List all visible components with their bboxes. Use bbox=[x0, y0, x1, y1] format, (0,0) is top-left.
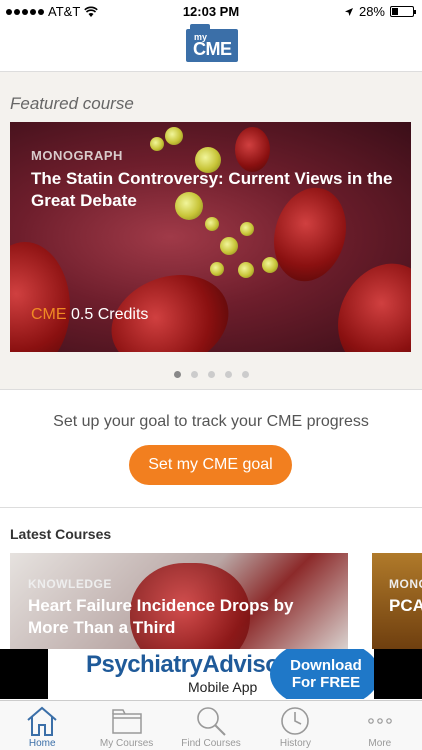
ad-content[interactable]: PsychiatryAdvisor Mobile App Download Fo… bbox=[48, 649, 374, 699]
carousel-dot[interactable] bbox=[190, 371, 198, 378]
course-card-title: Heart Failure Incidence Drops by More Th… bbox=[28, 596, 294, 637]
featured-course-type: MONOGRAPH bbox=[31, 148, 123, 163]
course-card-title: PCA Can bbox=[389, 596, 422, 615]
tab-home[interactable]: Home bbox=[0, 701, 84, 750]
folder-icon bbox=[111, 709, 142, 734]
carousel-dot[interactable] bbox=[224, 371, 232, 378]
ad-download-cta[interactable]: Download For FREE bbox=[284, 657, 368, 691]
tab-more[interactable]: More bbox=[338, 701, 422, 750]
location-arrow-icon bbox=[344, 7, 353, 16]
logo-cme-text: CME bbox=[193, 39, 232, 59]
search-icon bbox=[197, 707, 226, 736]
set-cme-goal-button[interactable]: Set my CME goal bbox=[129, 445, 292, 485]
credits-cme-label: CME bbox=[31, 306, 67, 323]
course-card[interactable]: KNOWLEDGE Heart Failure Incidence Drops … bbox=[10, 553, 348, 649]
app-header: my CME bbox=[0, 22, 422, 72]
ad-brand-name: PsychiatryAdvisor bbox=[86, 651, 289, 678]
tab-my-courses[interactable]: My Courses bbox=[84, 701, 168, 750]
carousel-dot[interactable] bbox=[241, 371, 249, 378]
credits-value: 0.5 Credits bbox=[71, 306, 149, 323]
tab-label: History bbox=[279, 738, 311, 749]
featured-section: Featured course MONOGRAPH The Statin Con… bbox=[0, 72, 422, 390]
course-card-type: MONO bbox=[389, 577, 422, 591]
latest-courses-title: Latest Courses bbox=[10, 526, 112, 542]
tab-label: Find Courses bbox=[181, 738, 241, 749]
featured-course-credits: CME 0.5 Credits bbox=[31, 306, 148, 324]
course-card-type: KNOWLEDGE bbox=[28, 577, 112, 591]
tab-label: More bbox=[368, 738, 392, 749]
clock-icon bbox=[281, 707, 310, 735]
carousel-page-indicator[interactable] bbox=[0, 365, 422, 383]
featured-course-title: The Statin Controversy: Current Views in… bbox=[31, 169, 393, 210]
course-card[interactable]: MONO PCA Can bbox=[372, 553, 422, 649]
mycme-logo: my CME bbox=[186, 24, 238, 62]
tab-bar: Home My Courses Find Courses History Mor… bbox=[0, 700, 422, 750]
more-icon bbox=[368, 718, 392, 724]
tab-find-courses[interactable]: Find Courses bbox=[169, 701, 253, 750]
carousel-dot[interactable] bbox=[207, 371, 215, 378]
status-bar: AT&T 12:03 PM 28% bbox=[0, 0, 422, 22]
home-icon bbox=[27, 706, 57, 736]
tab-label: Home bbox=[28, 738, 56, 749]
goal-prompt: Set up your goal to track your CME progr… bbox=[53, 413, 369, 430]
tab-history[interactable]: History bbox=[253, 701, 337, 750]
tab-label: My Courses bbox=[99, 738, 154, 749]
ad-subtitle: Mobile App bbox=[188, 679, 258, 695]
featured-section-title: Featured course bbox=[10, 94, 134, 113]
ad-banner[interactable]: PsychiatryAdvisor Mobile App Download Fo… bbox=[0, 649, 422, 699]
status-right: 28% bbox=[344, 4, 416, 19]
battery-percent: 28% bbox=[358, 4, 385, 19]
battery-icon bbox=[390, 6, 416, 17]
featured-course-card[interactable]: MONOGRAPH The Statin Controversy: Curren… bbox=[10, 122, 411, 352]
goal-section: Set up your goal to track your CME progr… bbox=[0, 390, 422, 508]
carousel-dot[interactable] bbox=[173, 371, 181, 378]
